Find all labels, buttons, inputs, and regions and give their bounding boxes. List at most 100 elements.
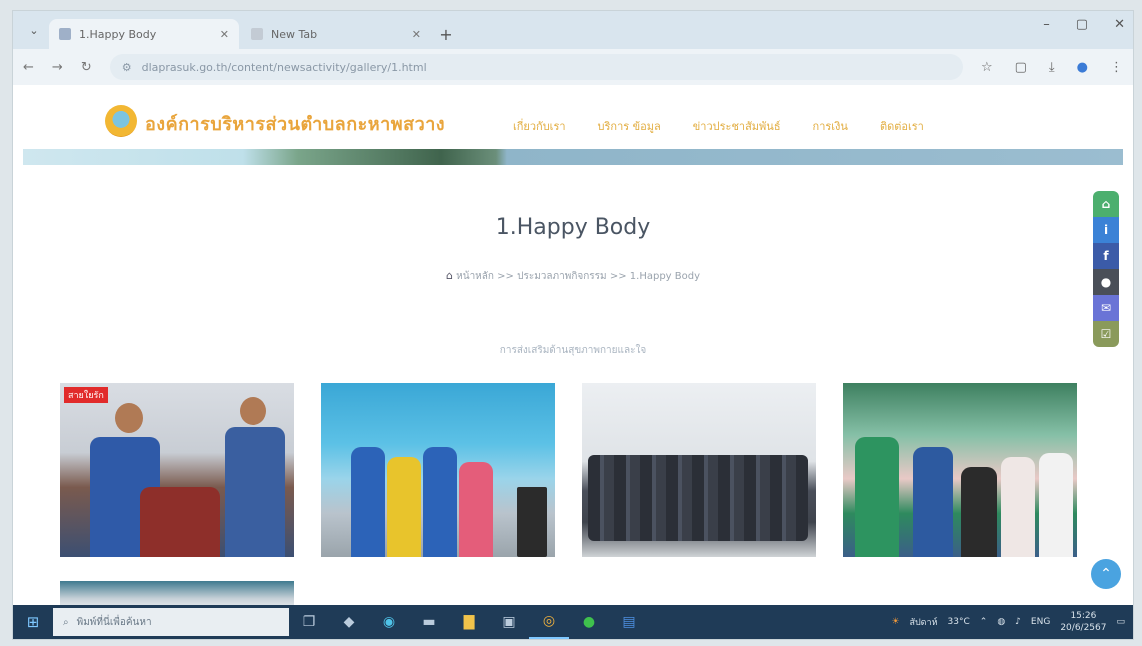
favicon-icon: [251, 28, 263, 40]
weather-icon[interactable]: ☀: [891, 617, 899, 627]
volume-icon[interactable]: ♪: [1015, 617, 1021, 627]
network-icon[interactable]: ◍: [997, 617, 1005, 627]
address-bar[interactable]: ⚙ dlaprasuk.go.th/content/newsactivity/g…: [109, 54, 963, 80]
site-name[interactable]: องค์การบริหารส่วนตำบลกะหาพสวาง: [145, 109, 445, 138]
nav-item-services[interactable]: บริการ ข้อมูล: [598, 117, 661, 135]
photo-group: [588, 455, 808, 541]
tab-close-icon[interactable]: ✕: [412, 28, 421, 41]
scroll-to-top-button[interactable]: ⌃: [1091, 559, 1121, 589]
extensions-icon[interactable]: ▢: [1015, 60, 1027, 75]
tab-active[interactable]: 1.Happy Body ✕: [49, 19, 239, 49]
gallery-photo[interactable]: [321, 383, 555, 557]
os-taskbar: ⊞ ⌕ พิมพ์ที่นี่เพื่อค้นหา ❐ ◆ ◉ ▬ ▇ ▣ ◎ …: [13, 605, 1133, 639]
window-controls: – ▢ ✕: [1043, 17, 1125, 32]
tab-search-icon[interactable]: ⌄: [19, 15, 49, 45]
user-icon[interactable]: ●: [1093, 269, 1119, 295]
photo-figure: [1039, 453, 1073, 557]
nav-item-about[interactable]: เกี่ยวกับเรา: [513, 117, 566, 135]
search-icon: ⌕: [63, 616, 69, 628]
photo-figure: [1001, 457, 1035, 557]
notifications-icon[interactable]: ▭: [1116, 617, 1125, 627]
photo-speaker: [517, 487, 547, 557]
checklist-icon[interactable]: ☑: [1093, 321, 1119, 347]
gallery-photo[interactable]: สายใยรัก: [60, 383, 294, 557]
taskbar-search[interactable]: ⌕ พิมพ์ที่นี่เพื่อค้นหา: [53, 608, 289, 636]
system-tray: ☀ สัปดาห์ 33°C ⌃ ◍ ♪ ENG 15:26 20/6/2567…: [891, 610, 1133, 634]
section-subtitle: การส่งเสริมด้านสุขภาพกายและใจ: [499, 345, 647, 356]
info-icon[interactable]: i: [1093, 217, 1119, 243]
back-icon[interactable]: ←: [23, 60, 34, 75]
photo-figure: [961, 467, 997, 557]
favicon-icon: [59, 28, 71, 40]
photo-figure: [387, 457, 421, 557]
tab-title: New Tab: [271, 27, 318, 41]
language-indicator[interactable]: ENG: [1031, 617, 1050, 627]
photo-figure: [855, 437, 899, 557]
browser-window: ⌄ 1.Happy Body ✕ New Tab ✕ + – ▢ ✕ ← → ↻…: [12, 10, 1134, 640]
menu-icon[interactable]: ⋮: [1110, 60, 1123, 75]
nav-item-news[interactable]: ข่าวประชาสัมพันธ์: [693, 117, 781, 135]
toolbar-icons: ☆ ▢ ⤓ ● ⋮: [981, 60, 1123, 75]
site-logo[interactable]: [105, 105, 137, 137]
maximize-button[interactable]: ▢: [1076, 17, 1088, 32]
photo-figure: [459, 462, 493, 557]
photo-tag: สายใยรัก: [64, 387, 108, 403]
download-icon[interactable]: ⤓: [1049, 60, 1055, 75]
store-icon[interactable]: ▣: [489, 605, 529, 639]
photo-gallery: สายใยรัก: [60, 383, 1077, 557]
page-title: 1.Happy Body: [495, 215, 651, 240]
nav-item-finance[interactable]: การเงิน: [813, 117, 848, 135]
photo-figure: [913, 447, 953, 557]
task-view-icon[interactable]: ❐: [289, 605, 329, 639]
tab-close-icon[interactable]: ✕: [220, 28, 229, 41]
word-icon[interactable]: ▤: [609, 605, 649, 639]
new-tab-button[interactable]: +: [433, 19, 459, 49]
breadcrumb: ⌂ หน้าหลัก >> ประมวลภาพกิจกรรม >> 1.Happ…: [13, 269, 1133, 284]
site-info-icon[interactable]: ⚙: [122, 61, 132, 74]
gallery-photo[interactable]: [843, 383, 1077, 557]
tab-inactive[interactable]: New Tab ✕: [241, 19, 431, 49]
chrome-icon[interactable]: ◎: [529, 605, 569, 639]
photo-figure: [351, 447, 385, 557]
breadcrumb-separator: >>: [609, 271, 627, 282]
breadcrumb-separator: >>: [497, 271, 514, 282]
reload-icon[interactable]: ↻: [81, 60, 92, 75]
forward-icon[interactable]: →: [52, 60, 63, 75]
shield-icon[interactable]: ◆: [329, 605, 369, 639]
floating-quick-links: ⌂ i f ● ✉ ☑: [1093, 191, 1119, 347]
minimize-button[interactable]: –: [1043, 17, 1050, 32]
url-text: dlaprasuk.go.th/content/newsactivity/gal…: [141, 60, 427, 74]
clock-time: 15:26: [1070, 611, 1097, 621]
weather-text[interactable]: สัปดาห์: [909, 615, 937, 629]
mail-app-icon[interactable]: ▬: [409, 605, 449, 639]
browser-toolbar: ← → ↻ ⚙ dlaprasuk.go.th/content/newsacti…: [13, 49, 1133, 85]
breadcrumb-gallery[interactable]: ประมวลภาพกิจกรรม: [517, 271, 607, 282]
close-window-button[interactable]: ✕: [1114, 17, 1125, 32]
tab-title: 1.Happy Body: [79, 27, 157, 41]
breadcrumb-home[interactable]: หน้าหลัก: [456, 271, 494, 282]
tray-chevron-icon[interactable]: ⌃: [980, 617, 988, 627]
nav-item-contact[interactable]: ติดต่อเรา: [880, 117, 924, 135]
breadcrumb-current: 1.Happy Body: [629, 271, 701, 282]
clock-date: 20/6/2567: [1060, 623, 1107, 633]
facebook-icon[interactable]: f: [1093, 243, 1119, 269]
profile-icon[interactable]: ●: [1077, 60, 1088, 75]
star-icon[interactable]: ☆: [981, 60, 993, 75]
main-nav: เกี่ยวกับเรา บริการ ข้อมูล ข่าวประชาสัมพ…: [513, 117, 924, 135]
header-banner: [23, 149, 1123, 165]
photo-figure-head: [115, 403, 143, 433]
site-header: องค์การบริหารส่วนตำบลกะหาพสวาง เกี่ยวกับ…: [13, 85, 1133, 147]
line-app-icon[interactable]: ●: [569, 605, 609, 639]
photo-figure: [423, 447, 457, 557]
edge-icon[interactable]: ◉: [369, 605, 409, 639]
windows-start-icon[interactable]: ⊞: [13, 605, 53, 639]
taskbar-clock[interactable]: 15:26 20/6/2567: [1060, 610, 1106, 634]
gallery-photo[interactable]: [582, 383, 816, 557]
home-icon[interactable]: ⌂: [1093, 191, 1119, 217]
taskbar-search-placeholder: พิมพ์ที่นี่เพื่อค้นหา: [76, 616, 152, 628]
photo-figure: [140, 487, 220, 557]
mail-icon[interactable]: ✉: [1093, 295, 1119, 321]
photo-figure-head: [240, 397, 266, 425]
weather-temp[interactable]: 33°C: [948, 617, 970, 627]
file-explorer-icon[interactable]: ▇: [449, 605, 489, 639]
